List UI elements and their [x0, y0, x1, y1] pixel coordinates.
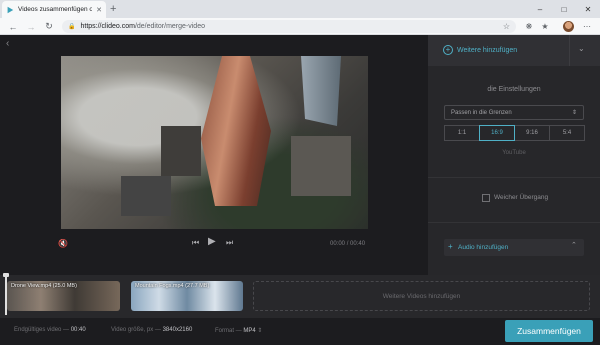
- chevron-down-icon[interactable]: ⌄: [578, 44, 585, 53]
- bookmark-star-icon[interactable]: ☆: [503, 22, 510, 31]
- preview-tower: [301, 56, 341, 126]
- ratio-9-16[interactable]: 9:16: [514, 125, 550, 141]
- browser-tab[interactable]: Videos zusammenfügen online – ✕: [2, 1, 106, 18]
- window-close-icon[interactable]: ✕: [576, 0, 600, 18]
- platform-label: YouTube: [502, 150, 526, 156]
- forward-arrow-icon[interactable]: →: [24, 18, 38, 35]
- plus-icon: +: [448, 242, 453, 251]
- profile-avatar[interactable]: [563, 21, 574, 32]
- minimize-icon[interactable]: –: [528, 0, 552, 18]
- add-videos-dropzone[interactable]: Weitere Videos hinzufügen: [253, 281, 590, 311]
- play-icon[interactable]: ▶: [208, 236, 216, 247]
- chevron-up-icon[interactable]: ⌃: [571, 241, 577, 249]
- video-size: Video größe, px — 3840x2160: [111, 327, 193, 333]
- preview-building: [291, 136, 351, 196]
- timeline-clip[interactable]: Drone View.mp4 (25.0 MB): [7, 281, 120, 311]
- settings-title: die Einstellungen: [487, 86, 541, 93]
- lock-icon: 🔒: [68, 24, 76, 30]
- final-duration: Endgültiges video — 00:40: [14, 327, 86, 333]
- editor-back-icon[interactable]: ‹: [6, 38, 9, 49]
- crossfade-label[interactable]: Weicher Übergang: [494, 194, 548, 201]
- url-text[interactable]: https://clideo.com/de/editor/merge-video: [80, 23, 497, 30]
- playhead[interactable]: [5, 275, 7, 315]
- ratio-5-4[interactable]: 5:4: [549, 125, 585, 141]
- divider: [569, 35, 570, 66]
- mute-icon[interactable]: 🔇: [58, 239, 68, 248]
- add-audio-label[interactable]: Audio hinzufügen: [458, 244, 508, 251]
- aspect-ratio-group: 1:1 16:9 9:16 5:4: [444, 125, 585, 141]
- back-arrow-icon[interactable]: ←: [6, 18, 20, 35]
- fit-mode-select[interactable]: Passen in die Grenzen ⇕: [444, 105, 584, 120]
- extensions-icon[interactable]: ❋: [522, 18, 536, 35]
- video-preview[interactable]: [61, 56, 368, 229]
- merge-button[interactable]: Zusammenfügen: [505, 320, 593, 342]
- add-more-button[interactable]: Weitere hinzufügen: [457, 47, 517, 54]
- playhead-handle[interactable]: [3, 273, 9, 277]
- maximize-icon[interactable]: □: [552, 0, 576, 18]
- clideo-favicon-icon: [7, 6, 14, 13]
- playback-time: 00:00 / 00:40: [330, 241, 366, 247]
- divider: [428, 222, 600, 223]
- preview-building: [161, 126, 201, 176]
- more-menu-icon[interactable]: ⋯: [580, 18, 594, 35]
- clip-label: Mountain Fogs.mp4 (27.7 MB): [135, 283, 210, 289]
- crossfade-checkbox[interactable]: [482, 194, 490, 202]
- reload-icon[interactable]: ↻: [42, 18, 56, 35]
- timeline-clip[interactable]: Mountain Fogs.mp4 (27.7 MB): [131, 281, 243, 311]
- preview-tower: [201, 56, 271, 206]
- fit-mode-value: Passen in die Grenzen: [451, 109, 512, 116]
- favorites-icon[interactable]: ★: [538, 18, 552, 35]
- address-bar[interactable]: 🔒 https://clideo.com/de/editor/merge-vid…: [62, 20, 516, 33]
- ratio-1-1[interactable]: 1:1: [444, 125, 480, 141]
- tab-title: Videos zusammenfügen online –: [18, 6, 93, 13]
- select-arrows-icon: ⇕: [571, 110, 577, 116]
- skip-back-icon[interactable]: ⏮: [192, 238, 199, 248]
- select-arrows-icon: ⇕: [257, 328, 263, 334]
- divider: [428, 177, 600, 178]
- add-circle-icon[interactable]: +: [443, 45, 453, 55]
- new-tab-icon[interactable]: +: [110, 2, 116, 16]
- clip-label: Drone View.mp4 (25.0 MB): [11, 283, 77, 289]
- ratio-16-9[interactable]: 16:9: [479, 125, 515, 141]
- tab-close-icon[interactable]: ✕: [96, 6, 102, 14]
- preview-building: [121, 176, 171, 216]
- format-select[interactable]: Format — MP4 ⇕: [215, 327, 262, 334]
- skip-forward-icon[interactable]: ⏭: [226, 238, 233, 248]
